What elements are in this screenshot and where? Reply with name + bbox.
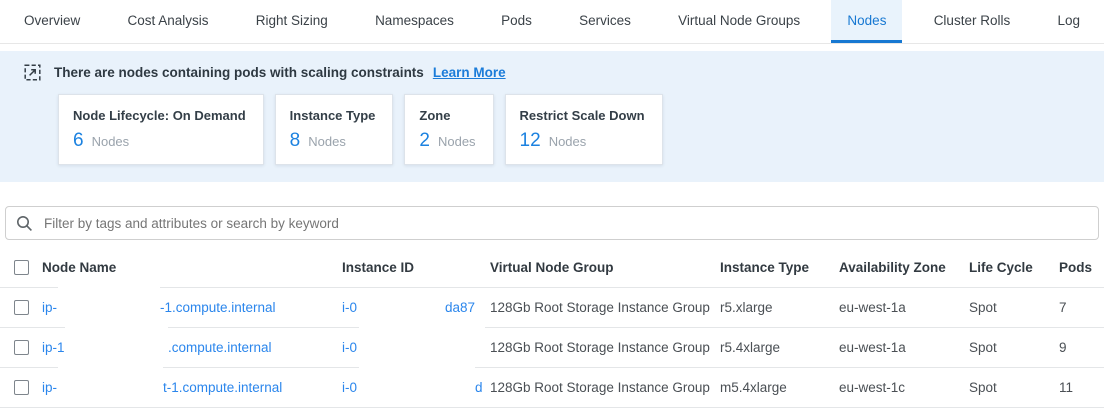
pods-count-cell: 7 bbox=[1059, 288, 1104, 328]
availability-zone-cell: eu-west-1c bbox=[839, 368, 969, 408]
tab-overview[interactable]: Overview bbox=[8, 0, 96, 43]
instance-id-link[interactable]: d bbox=[475, 368, 483, 408]
instance-id-link[interactable]: i-0 bbox=[342, 340, 357, 355]
column-header-life-cycle: Life Cycle bbox=[969, 248, 1059, 288]
tab-log[interactable]: Log bbox=[1041, 0, 1096, 43]
card-count: 8 bbox=[290, 130, 301, 152]
table-header-row: Node Name Instance ID Virtual Node Group… bbox=[0, 248, 1104, 288]
tab-bar: Overview Cost Analysis Right Sizing Name… bbox=[0, 0, 1104, 44]
instance-type-cell: r5.xlarge bbox=[720, 288, 839, 328]
card-unit: Nodes bbox=[438, 134, 476, 149]
learn-more-link[interactable]: Learn More bbox=[433, 65, 506, 80]
availability-zone-cell: eu-west-1a bbox=[839, 328, 969, 368]
scaling-constraints-banner: There are nodes containing pods with sca… bbox=[0, 51, 1104, 182]
availability-zone-cell: eu-west-1a bbox=[839, 288, 969, 328]
table-row: ip-1 .compute.internal i-0 128Gb Root St… bbox=[0, 328, 1104, 368]
card-instance-type[interactable]: Instance Type 8 Nodes bbox=[275, 94, 394, 165]
column-header-instance-type: Instance Type bbox=[720, 248, 839, 288]
node-name-link[interactable]: .compute.internal bbox=[168, 328, 272, 368]
constraint-cards: Node Lifecycle: On Demand 6 Nodes Instan… bbox=[58, 94, 1080, 165]
instance-type-cell: r5.4xlarge bbox=[720, 328, 839, 368]
tab-pods[interactable]: Pods bbox=[485, 0, 548, 43]
card-zone[interactable]: Zone 2 Nodes bbox=[404, 94, 493, 165]
node-name-link[interactable]: ip- bbox=[42, 300, 57, 315]
table-row: ip- t-1.compute.internal i-0 d 128Gb Roo… bbox=[0, 368, 1104, 408]
nodes-table: Node Name Instance ID Virtual Node Group… bbox=[0, 248, 1104, 408]
card-title: Instance Type bbox=[290, 108, 376, 123]
tab-virtual-node-groups[interactable]: Virtual Node Groups bbox=[662, 0, 816, 43]
tab-cluster-rolls[interactable]: Cluster Rolls bbox=[918, 0, 1027, 43]
node-name-link[interactable]: -1.compute.internal bbox=[160, 288, 276, 328]
redaction-block bbox=[359, 322, 485, 360]
instance-type-cell: m5.4xlarge bbox=[720, 368, 839, 408]
life-cycle-cell: Spot bbox=[969, 288, 1059, 328]
tab-services[interactable]: Services bbox=[563, 0, 647, 43]
row-checkbox[interactable] bbox=[14, 380, 29, 395]
life-cycle-cell: Spot bbox=[969, 368, 1059, 408]
node-name-link[interactable]: ip- bbox=[42, 380, 57, 395]
card-title: Restrict Scale Down bbox=[520, 108, 645, 123]
card-count: 12 bbox=[520, 130, 541, 152]
column-header-pods: Pods bbox=[1059, 248, 1104, 288]
select-all-checkbox[interactable] bbox=[14, 260, 29, 275]
card-node-lifecycle-on-demand[interactable]: Node Lifecycle: On Demand 6 Nodes bbox=[58, 94, 264, 165]
scale-up-icon bbox=[24, 64, 41, 81]
tab-nodes[interactable]: Nodes bbox=[831, 0, 902, 43]
node-name-link[interactable]: ip-1 bbox=[42, 340, 65, 355]
card-restrict-scale-down[interactable]: Restrict Scale Down 12 Nodes bbox=[505, 94, 663, 165]
filter-search-bar[interactable] bbox=[5, 206, 1099, 240]
redaction-block bbox=[359, 290, 445, 324]
card-count: 6 bbox=[73, 130, 84, 152]
column-header-availability-zone: Availability Zone bbox=[839, 248, 969, 288]
instance-id-link[interactable]: i-0 bbox=[342, 300, 357, 315]
tab-namespaces[interactable]: Namespaces bbox=[359, 0, 470, 43]
card-count: 2 bbox=[419, 130, 430, 152]
tab-cost-analysis[interactable]: Cost Analysis bbox=[112, 0, 225, 43]
redaction-block bbox=[65, 322, 168, 360]
life-cycle-cell: Spot bbox=[969, 328, 1059, 368]
card-unit: Nodes bbox=[549, 134, 587, 149]
search-input[interactable] bbox=[42, 215, 1088, 232]
pods-count-cell: 11 bbox=[1059, 368, 1104, 408]
banner-message: There are nodes containing pods with sca… bbox=[54, 65, 424, 80]
redaction-block bbox=[58, 362, 163, 400]
node-name-link[interactable]: t-1.compute.internal bbox=[163, 368, 282, 408]
column-header-instance-id: Instance ID bbox=[342, 248, 490, 288]
tab-right-sizing[interactable]: Right Sizing bbox=[240, 0, 344, 43]
row-checkbox[interactable] bbox=[14, 300, 29, 315]
virtual-node-group-cell: 128Gb Root Storage Instance Group bbox=[490, 368, 720, 408]
card-unit: Nodes bbox=[308, 134, 346, 149]
column-header-virtual-node-group: Virtual Node Group bbox=[490, 248, 720, 288]
redaction-block bbox=[58, 282, 160, 320]
instance-id-link[interactable]: i-0 bbox=[342, 380, 357, 395]
search-icon bbox=[16, 215, 33, 232]
card-unit: Nodes bbox=[92, 134, 130, 149]
card-title: Node Lifecycle: On Demand bbox=[73, 108, 246, 123]
card-title: Zone bbox=[419, 108, 475, 123]
virtual-node-group-cell: 128Gb Root Storage Instance Group bbox=[490, 288, 720, 328]
banner-message-row: There are nodes containing pods with sca… bbox=[24, 64, 1080, 81]
redaction-block bbox=[359, 362, 475, 400]
pods-count-cell: 9 bbox=[1059, 328, 1104, 368]
row-checkbox[interactable] bbox=[14, 340, 29, 355]
virtual-node-group-cell: 128Gb Root Storage Instance Group bbox=[490, 328, 720, 368]
